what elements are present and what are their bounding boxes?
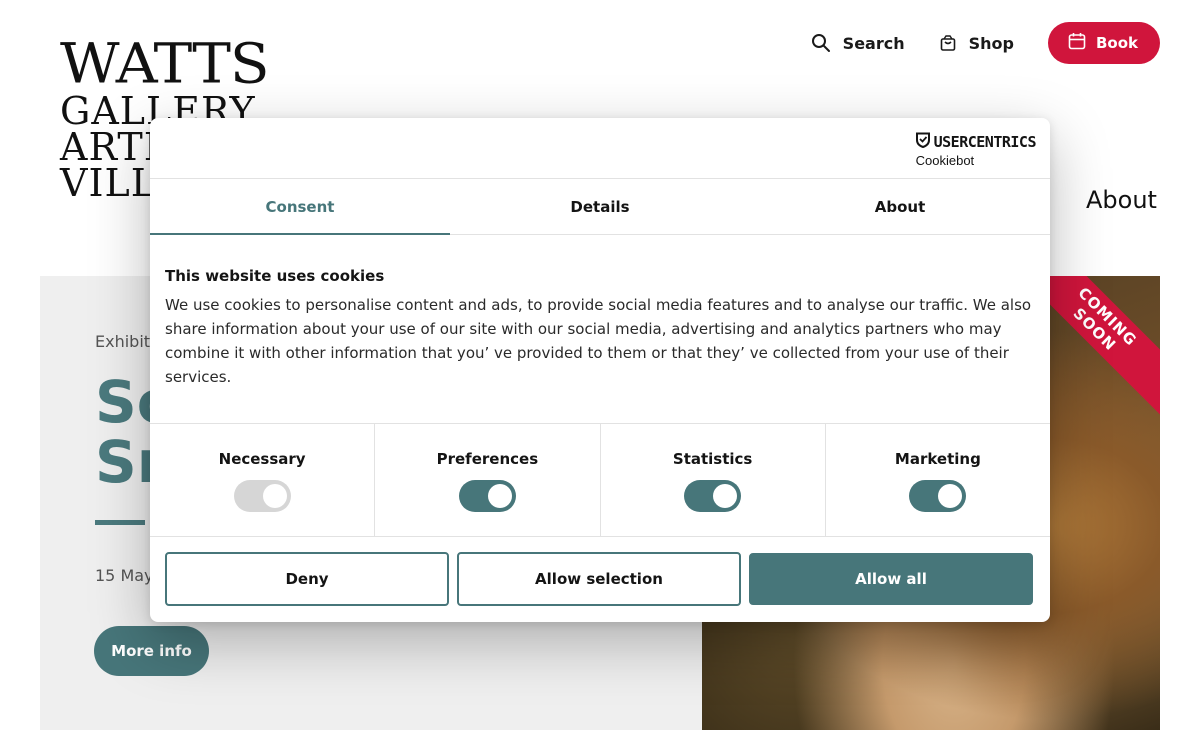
shop-label: Shop [968,33,1014,53]
provider-sub: Cookiebot [915,153,975,168]
cookie-category-toggles: Necessary Preferences Statistics Marketi… [150,424,1050,537]
category-label: Preferences [436,450,539,468]
cookie-consent-dialog: USERCENTRICS Cookiebot Consent Details A… [150,118,1050,622]
dialog-actions: Deny Allow selection Allow all [150,537,1050,606]
hero-dash [95,520,145,525]
hero-kicker: Exhibit [95,332,151,351]
toggle-knob [487,484,512,508]
preferences-toggle[interactable] [458,480,516,512]
necessary-toggle [233,480,291,512]
book-label: Book [1095,34,1138,52]
category-necessary: Necessary [150,424,376,536]
toggle-knob [262,484,287,508]
statistics-toggle[interactable] [684,480,742,512]
search-link[interactable]: Search [811,33,905,53]
search-label: Search [842,33,905,53]
category-marketing: Marketing [826,424,1050,536]
dialog-body: This website uses cookies We use cookies… [150,235,1050,424]
shopping-bag-icon [939,34,957,52]
nav-about[interactable]: About [1086,186,1157,214]
category-statistics: Statistics [601,424,826,536]
dialog-tabs: Consent Details About [150,179,1050,235]
dialog-header: USERCENTRICS Cookiebot [150,118,1050,179]
category-preferences: Preferences [375,424,601,536]
dialog-heading: This website uses cookies [165,267,385,285]
tab-consent[interactable]: Consent [150,179,450,235]
category-label: Statistics [672,450,753,468]
tab-about[interactable]: About [750,179,1050,234]
tab-details[interactable]: Details [450,179,750,234]
category-label: Marketing [894,450,981,468]
book-button[interactable]: Book [1047,22,1160,64]
toggle-knob [938,484,963,508]
allow-selection-button[interactable]: Allow selection [457,552,741,606]
deny-button[interactable]: Deny [165,552,449,606]
marketing-toggle[interactable] [909,480,967,512]
search-icon [811,33,831,53]
category-label: Necessary [218,450,306,468]
allow-all-button[interactable]: Allow all [749,553,1033,605]
provider-brand: USERCENTRICS [933,133,1037,151]
more-info-button[interactable]: More info [94,626,209,676]
logo-line-1: WATTS [60,31,270,96]
top-navigation: Search Shop Book [811,22,1160,64]
shield-icon [915,132,930,152]
toggle-knob [713,484,738,508]
usercentrics-cookiebot-logo[interactable]: USERCENTRICS Cookiebot [915,132,1037,168]
shop-link[interactable]: Shop [939,34,1014,53]
calendar-icon [1068,32,1086,54]
hero-date: 15 May [95,566,154,585]
dialog-description: We use cookies to personalise content an… [165,296,1032,386]
